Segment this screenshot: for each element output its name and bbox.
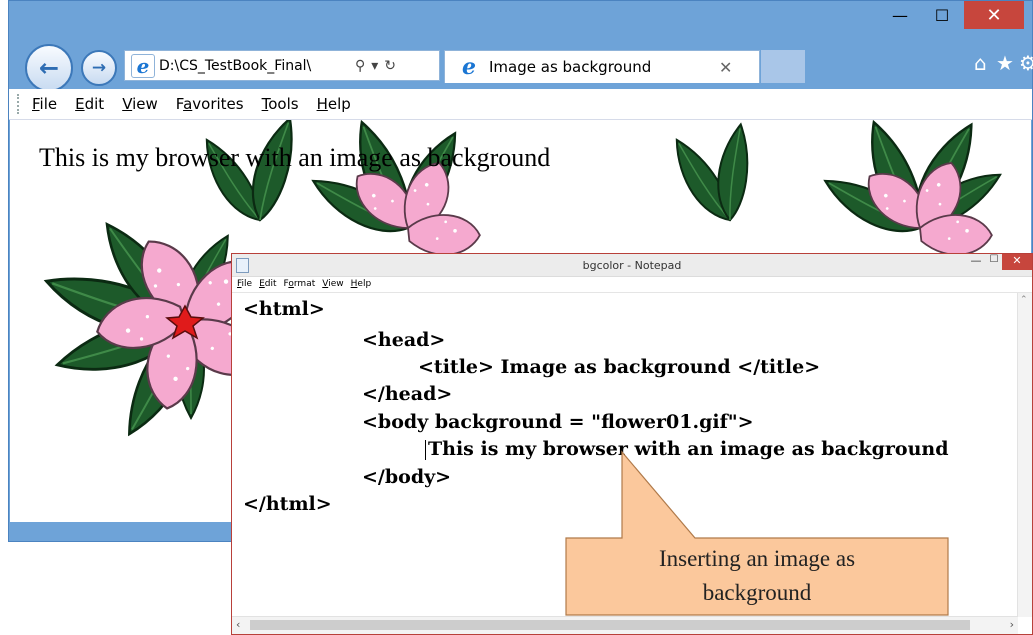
vertical-scrollbar[interactable]: ⌃	[1017, 293, 1032, 617]
code-line: </head>	[362, 383, 453, 405]
scroll-up-icon[interactable]: ⌃	[1020, 295, 1028, 305]
menu-edit[interactable]: Edit	[259, 279, 276, 289]
menu-view[interactable]: View	[122, 95, 158, 113]
minimize-button[interactable]: —	[885, 1, 915, 29]
menu-format[interactable]: Format	[284, 279, 316, 289]
notepad-menu-bar: File Edit Format View Help	[232, 276, 1032, 293]
star-icon[interactable]: ★	[996, 51, 1014, 75]
code-line: </html>	[243, 493, 332, 515]
browser-menu-bar: File Edit View Favorites Tools Help	[9, 89, 1032, 120]
callout-label: Inserting an image as background	[566, 542, 948, 610]
scroll-right-icon[interactable]: ›	[1010, 618, 1014, 631]
scroll-left-icon[interactable]: ‹	[236, 618, 240, 631]
address-text[interactable]: D:\CS_TestBook_Final\	[159, 58, 349, 74]
code-line: <title> Image as background </title>	[418, 356, 821, 378]
ie-logo-icon: e	[462, 54, 476, 80]
close-button[interactable]: ✕	[1002, 254, 1032, 270]
home-icon[interactable]: ⌂	[974, 51, 987, 75]
new-tab-button[interactable]	[761, 50, 805, 83]
maximize-button[interactable]: ☐	[925, 1, 959, 29]
forward-arrow-icon[interactable]: →	[81, 50, 117, 86]
code-line: <body background = "flower01.gif">	[362, 411, 754, 433]
menu-edit[interactable]: Edit	[75, 95, 104, 113]
notepad-titlebar: bgcolor - Notepad — ☐ ✕	[232, 254, 1032, 277]
menu-help[interactable]: Help	[317, 95, 351, 113]
code-line: <head>	[362, 329, 446, 351]
text-cursor	[425, 440, 426, 460]
browser-titlebar: — ☐ ✕ ← → e D:\CS_TestBook_Final\ ⚲ ▾ ↻ …	[9, 1, 1033, 92]
callout-line-1: Inserting an image as	[658, 546, 856, 571]
dropdown-icon[interactable]: ▾	[371, 58, 378, 74]
horizontal-scroll-thumb[interactable]	[250, 620, 970, 630]
menu-grip	[17, 94, 22, 114]
menu-file[interactable]: File	[237, 279, 252, 289]
address-bar[interactable]: e D:\CS_TestBook_Final\ ⚲ ▾ ↻	[124, 50, 440, 81]
menu-help[interactable]: Help	[351, 279, 372, 289]
notepad-icon	[236, 258, 249, 273]
page-text: This is my browser with an image as back…	[39, 143, 551, 172]
code-line: </body>	[362, 466, 452, 488]
tab-image-as-background[interactable]: e Image as background ✕	[444, 50, 760, 83]
gear-icon[interactable]: ⚙	[1019, 51, 1033, 75]
maximize-button[interactable]: ☐	[985, 254, 1003, 268]
ie-logo-icon: e	[131, 53, 155, 78]
menu-view[interactable]: View	[322, 279, 343, 289]
callout-line-2: background	[702, 580, 812, 605]
minimize-button[interactable]: —	[967, 254, 985, 268]
code-line: <html>	[243, 298, 325, 320]
notepad-title: bgcolor - Notepad	[582, 258, 682, 272]
search-icon[interactable]: ⚲	[355, 58, 365, 74]
close-button[interactable]: ✕	[964, 1, 1024, 29]
back-arrow-icon[interactable]: ←	[25, 44, 73, 92]
refresh-icon[interactable]: ↻	[384, 58, 396, 74]
close-icon[interactable]: ✕	[719, 58, 732, 77]
menu-file[interactable]: File	[32, 95, 57, 113]
tab-title: Image as background	[489, 58, 652, 76]
menu-tools[interactable]: Tools	[262, 95, 299, 113]
menu-favorites[interactable]: Favorites	[176, 95, 244, 113]
